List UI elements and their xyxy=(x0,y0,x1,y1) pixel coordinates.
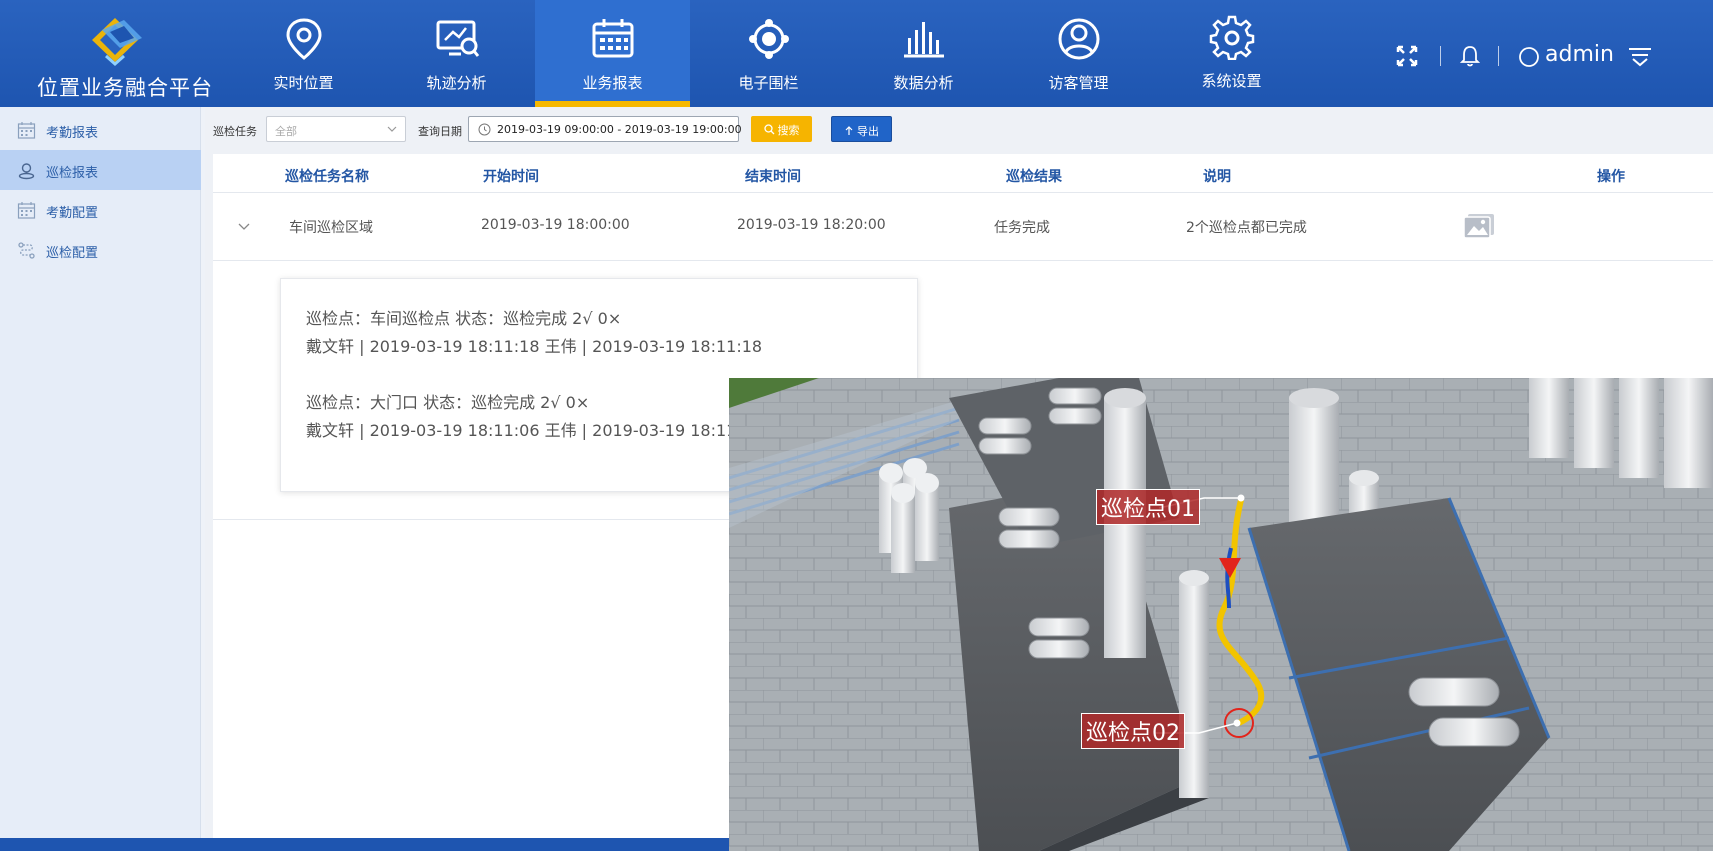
column-header[interactable]: 开始时间 xyxy=(483,166,539,186)
sidebar-item-attendance-report[interactable]: 考勤报表 xyxy=(0,110,201,150)
calendar-icon xyxy=(17,202,36,219)
nav-realtime-location[interactable]: 实时位置 xyxy=(226,0,381,107)
app-title: 位置业务融合平台 xyxy=(37,76,213,100)
result-cell: 任务完成 xyxy=(994,220,1050,236)
end-time-cell: 2019-03-19 18:20:00 xyxy=(737,217,886,233)
checkpoint-record-line: 戴文轩 | 2019-03-19 18:11:18 王伟 | 2019-03-1… xyxy=(306,337,763,356)
image-gallery-icon[interactable] xyxy=(1462,212,1496,240)
note-cell: 2个巡检点都已完成 xyxy=(1186,220,1307,236)
brand[interactable]: 位置业务融合平台 xyxy=(0,0,250,107)
calendar-icon xyxy=(17,122,36,139)
sidebar-item-label: 巡检报表 xyxy=(46,166,99,181)
task-select[interactable]: 全部 xyxy=(266,116,406,142)
location-person-icon xyxy=(18,163,35,180)
avatar-circle-icon[interactable] xyxy=(1518,46,1540,68)
sidebar-item-label: 考勤配置 xyxy=(46,206,99,221)
nav-label: 业务报表 xyxy=(582,74,643,92)
gear-icon xyxy=(1209,15,1254,60)
nav-data-analysis[interactable]: 数据分析 xyxy=(846,0,1001,107)
nav-track-analysis[interactable]: 轨迹分析 xyxy=(379,0,534,107)
nav-label: 访客管理 xyxy=(1048,74,1109,92)
sidebar-item-patrol-report[interactable]: 巡检报表 xyxy=(0,150,201,190)
calendar-report-icon xyxy=(592,19,633,58)
checkpoint-02-label[interactable]: 巡检点02 xyxy=(1081,713,1185,749)
search-button-label: 搜索 xyxy=(777,124,800,137)
platform-logo-icon xyxy=(92,18,142,67)
checkpoint-status-line: 巡检点：大门口 状态：巡检完成 2√ 0× xyxy=(306,393,590,412)
nav-label: 电子围栏 xyxy=(738,74,799,92)
sidebar-item-patrol-config[interactable]: 巡检配置 xyxy=(0,230,201,270)
task-filter-label: 巡检任务 xyxy=(213,125,257,138)
plant-scene-image xyxy=(729,378,1713,851)
column-header[interactable]: 巡检任务名称 xyxy=(285,166,369,186)
chevron-down-icon xyxy=(387,126,397,132)
table-header: 巡检任务名称 开始时间 结束时间 巡检结果 说明 操作 xyxy=(213,154,1713,193)
nav-visitor-management[interactable]: 访客管理 xyxy=(1001,0,1156,107)
column-header[interactable]: 操作 xyxy=(1597,166,1625,186)
user-circle-icon xyxy=(1058,18,1099,60)
export-button[interactable]: 导出 xyxy=(831,116,892,142)
sidebar-item-label: 巡检配置 xyxy=(46,246,99,261)
map-pin-icon xyxy=(285,18,322,60)
column-header[interactable]: 结束时间 xyxy=(745,166,801,186)
search-button[interactable]: 搜索 xyxy=(751,116,812,142)
sidebar: 考勤报表 巡检报表 考勤配置 巡检配置 xyxy=(0,107,201,851)
menu-dropdown-icon[interactable] xyxy=(1628,47,1652,67)
header-divider xyxy=(1498,46,1499,66)
checkpoint-status-line: 巡检点：车间巡检点 状态：巡检完成 2√ 0× xyxy=(306,309,622,328)
nav-label: 系统设置 xyxy=(1201,72,1262,90)
checkpoint-record-line: 戴文轩 | 2019-03-19 18:11:06 王伟 | 2019-03-1… xyxy=(306,421,742,440)
checkpoint-01-label[interactable]: 巡检点01 xyxy=(1096,489,1200,525)
clock-icon xyxy=(478,123,491,136)
bottom-bar xyxy=(0,838,729,851)
task-name-cell: 车间巡检区域 xyxy=(289,220,373,236)
track-monitor-icon xyxy=(436,20,479,57)
date-range-input[interactable]: 2019-03-19 09:00:00 - 2019-03-19 19:00:0… xyxy=(468,116,742,142)
table-row[interactable]: 车间巡检区域 2019-03-19 18:00:00 2019-03-19 18… xyxy=(213,193,1713,261)
date-range-value: 2019-03-19 09:00:00 - 2019-03-19 19:00:0… xyxy=(497,123,742,136)
username[interactable]: admin xyxy=(1545,42,1614,67)
geofence-icon xyxy=(748,19,789,59)
column-header[interactable]: 巡检结果 xyxy=(1006,166,1062,186)
route-icon xyxy=(18,242,35,259)
nav-label: 轨迹分析 xyxy=(426,74,487,92)
task-select-value: 全部 xyxy=(275,125,297,138)
date-filter-label: 查询日期 xyxy=(418,125,462,138)
bell-icon[interactable] xyxy=(1460,44,1480,68)
nav-geofence[interactable]: 电子围栏 xyxy=(691,0,846,107)
header-divider xyxy=(1440,46,1441,66)
plant-3d-view[interactable]: 巡检点01 巡检点02 xyxy=(729,378,1713,851)
sidebar-item-attendance-config[interactable]: 考勤配置 xyxy=(0,190,201,230)
search-icon xyxy=(763,124,774,135)
chevron-down-icon[interactable] xyxy=(237,221,251,231)
column-header[interactable]: 说明 xyxy=(1203,166,1231,186)
upload-icon xyxy=(845,126,853,135)
export-button-label: 导出 xyxy=(857,125,879,138)
nav-label: 实时位置 xyxy=(273,74,334,92)
fullscreen-icon[interactable] xyxy=(1395,44,1419,68)
start-time-cell: 2019-03-19 18:00:00 xyxy=(481,217,630,233)
nav-system-settings[interactable]: 系统设置 xyxy=(1154,0,1309,107)
sidebar-item-label: 考勤报表 xyxy=(46,126,99,141)
top-header: 位置业务融合平台 实时位置 轨迹分析 业务报表 电子围栏 数据分析 访客管理 系… xyxy=(0,0,1713,107)
nav-label: 数据分析 xyxy=(893,74,954,92)
bar-chart-icon xyxy=(903,22,944,58)
filter-bar: 巡检任务 全部 查询日期 2019-03-19 09:00:00 - 2019-… xyxy=(205,107,1713,151)
nav-business-report[interactable]: 业务报表 xyxy=(535,0,690,107)
